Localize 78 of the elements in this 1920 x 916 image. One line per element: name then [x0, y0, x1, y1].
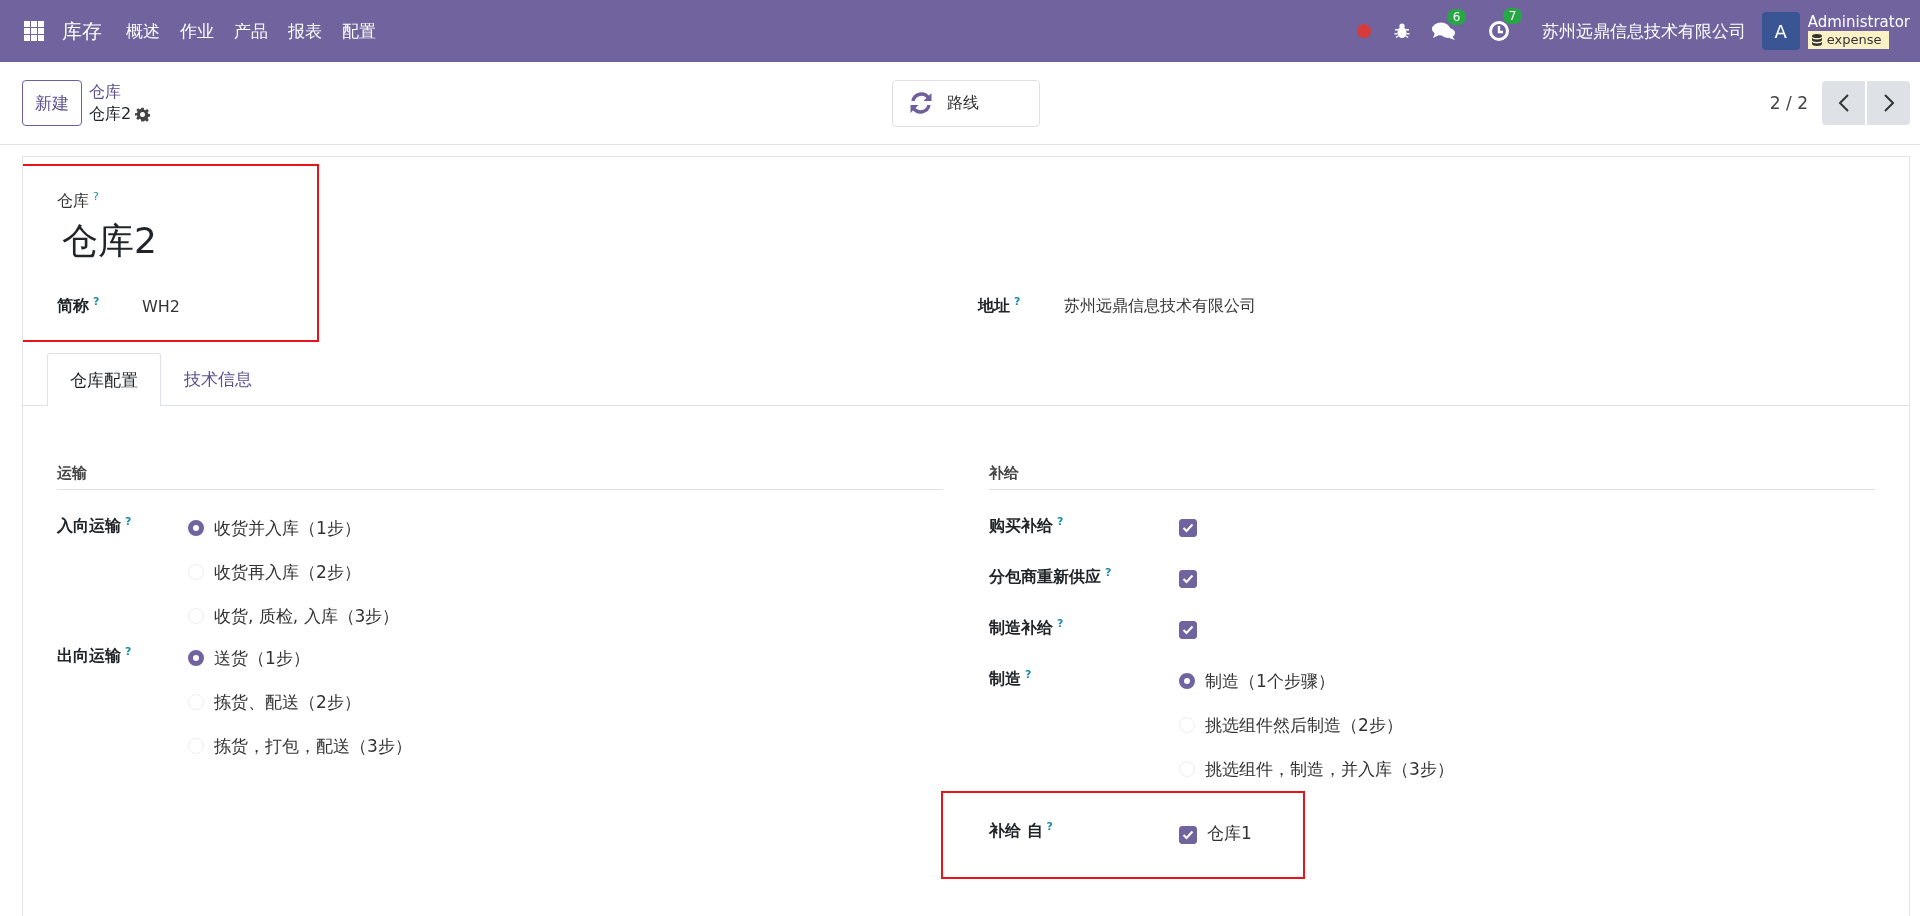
help-mark[interactable]: ? [93, 296, 100, 307]
option-label[interactable]: 收货并入库（1步） [214, 516, 361, 540]
checkbox[interactable] [1179, 570, 1197, 588]
chevron-right-icon [1882, 93, 1895, 113]
field-label: 补给 自 [989, 821, 1043, 842]
help-mark[interactable]: ? [125, 516, 132, 527]
checkbox[interactable] [1179, 621, 1197, 639]
user-name[interactable]: Administrator [1807, 13, 1910, 31]
database-icon [1811, 34, 1822, 46]
apps-grid-icon [24, 21, 44, 41]
new-button[interactable]: 新建 [22, 80, 82, 126]
help-mark[interactable]: ? [1014, 296, 1021, 307]
option-label[interactable]: 挑选组件然后制造（2步） [1205, 713, 1403, 737]
next-button[interactable] [1867, 81, 1910, 125]
check-icon [1182, 625, 1194, 635]
database-name: expense [1826, 31, 1882, 49]
option-label[interactable]: 收货再入库（2步） [214, 560, 361, 584]
field-label: 分包商重新供应 [989, 567, 1101, 588]
option-label[interactable]: 挑选组件，制造，并入库（3步） [1205, 757, 1454, 781]
menu-item[interactable]: 报表 [278, 19, 332, 43]
tab[interactable]: 仓库配置 [47, 353, 161, 406]
option-label[interactable]: 仓库1 [1207, 821, 1252, 845]
settings-button[interactable] [135, 106, 151, 122]
status-dot-icon [1356, 24, 1371, 38]
option-label[interactable]: 拣货，打包，配送（3步） [214, 734, 412, 758]
field-label: 制造 [989, 669, 1021, 690]
breadcrumb-link[interactable]: 仓库 [89, 81, 151, 103]
help-mark[interactable]: ? [1105, 567, 1112, 578]
check-icon [1182, 574, 1194, 584]
field-label: 简称 [57, 296, 89, 317]
breadcrumb-current: 仓库2 [89, 103, 132, 125]
previous-button[interactable] [1822, 81, 1865, 125]
routes-button[interactable]: 路线 [892, 79, 1040, 127]
help-mark[interactable]: ? [1046, 821, 1053, 832]
refresh-icon [909, 92, 933, 114]
tab[interactable]: 技术信息 [161, 353, 275, 405]
field-label: 入向运输 [57, 516, 121, 537]
check-icon [1182, 829, 1194, 840]
bug-icon [1392, 22, 1411, 40]
help-mark[interactable]: ? [93, 191, 99, 202]
menu-item[interactable]: 概述 [116, 19, 170, 43]
short-name-field[interactable]: WH2 [142, 297, 181, 316]
help-mark[interactable]: ? [125, 646, 132, 657]
menu-item[interactable]: 配置 [332, 19, 386, 43]
address-field[interactable]: 苏州远鼎信息技术有限公司 [1064, 296, 1256, 317]
clock-icon [1487, 20, 1510, 42]
check-icon [1182, 523, 1194, 533]
help-mark[interactable]: ? [1025, 669, 1032, 680]
record-name-field[interactable]: 仓库2 [57, 212, 966, 266]
radio-button[interactable] [1179, 673, 1195, 689]
option-label[interactable]: 制造（1个步骤） [1205, 669, 1335, 693]
field-label: 仓库 [57, 191, 89, 212]
section-heading: 运输 [57, 464, 943, 490]
company-name[interactable]: 苏州远鼎信息技术有限公司 [1541, 19, 1746, 43]
option-label[interactable]: 收货, 质检, 入库（3步） [214, 604, 400, 628]
user-avatar[interactable]: A [1761, 12, 1800, 50]
radio-button[interactable] [188, 650, 204, 666]
checkbox[interactable] [1179, 825, 1197, 844]
radio-button[interactable] [188, 520, 204, 536]
field-label: 购买补给 [989, 516, 1053, 537]
field-label: 出向运输 [57, 646, 121, 667]
field-label: 制造补给 [989, 618, 1053, 639]
field-label: 地址 [978, 296, 1010, 317]
help-mark[interactable]: ? [1057, 618, 1064, 629]
option-label[interactable]: 送货（1步） [214, 646, 310, 670]
app-name-link[interactable]: 库存 [54, 17, 116, 45]
pager-value[interactable]: 2 / 2 [1769, 93, 1808, 113]
activity-count-badge: 7 [1502, 8, 1523, 24]
checkbox[interactable] [1179, 519, 1197, 537]
menu-item[interactable]: 产品 [224, 19, 278, 43]
menu-item[interactable]: 作业 [170, 19, 224, 43]
help-mark[interactable]: ? [1057, 516, 1064, 527]
message-count-badge: 6 [1446, 9, 1467, 25]
section-heading: 补给 [989, 464, 1875, 490]
option-label[interactable]: 拣货、配送（2步） [214, 690, 361, 714]
chevron-left-icon [1837, 93, 1850, 113]
settings-icon [135, 106, 151, 122]
chat-bubbles-icon [1431, 21, 1456, 41]
